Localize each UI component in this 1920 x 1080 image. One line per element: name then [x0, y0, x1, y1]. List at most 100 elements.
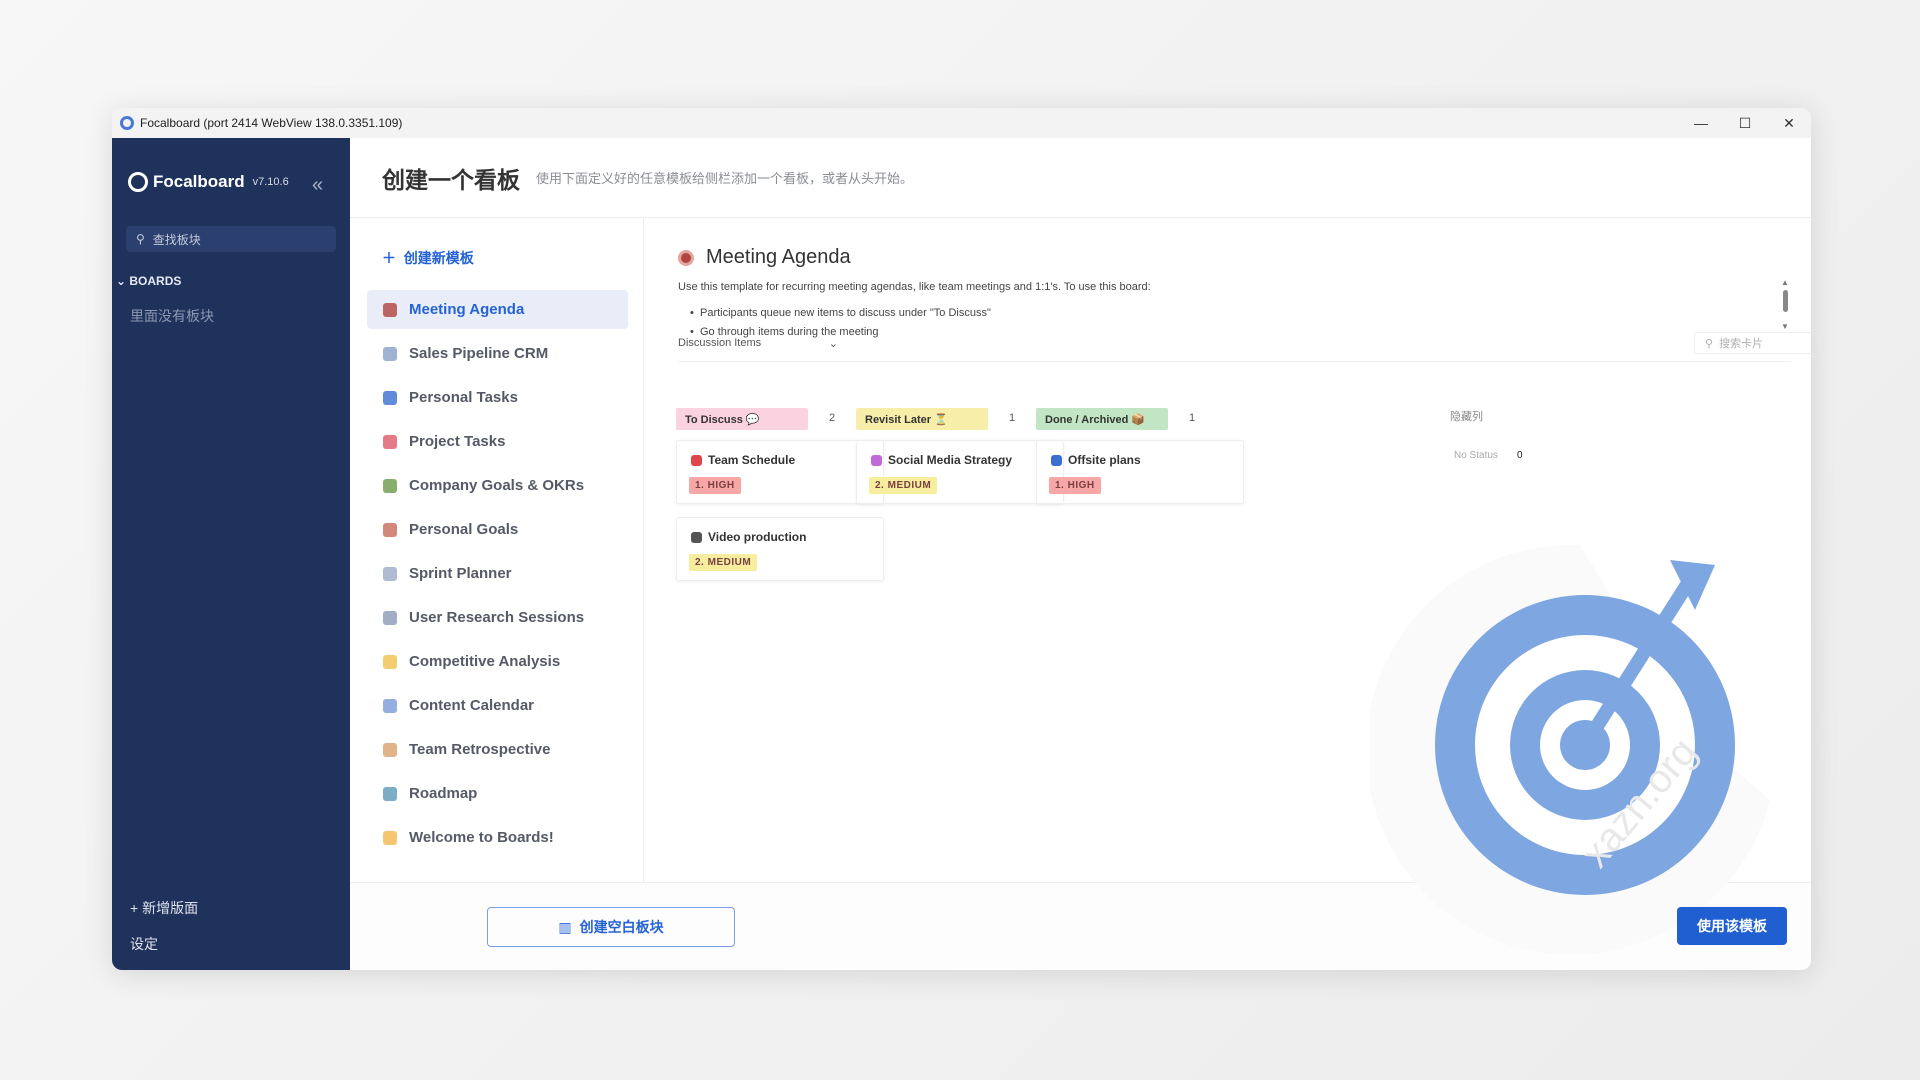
- template-item[interactable]: Sprint Planner: [367, 554, 628, 593]
- column-count: 1: [1189, 412, 1196, 424]
- view-name: Discussion Items: [678, 337, 762, 349]
- no-status-count: 0: [1517, 450, 1523, 461]
- board-card[interactable]: Social Media Strategy 2. MEDIUM: [856, 440, 1064, 504]
- template-item[interactable]: Personal Goals: [367, 510, 628, 549]
- template-item[interactable]: Competitive Analysis: [367, 642, 628, 681]
- card-title: Offsite plans: [1051, 453, 1141, 467]
- column-count: 2: [829, 412, 836, 424]
- version: v7.10.6: [252, 176, 289, 188]
- use-template-button[interactable]: 使用该模板: [1677, 907, 1787, 945]
- template-label: Meeting Agenda: [409, 301, 525, 318]
- card-icon: [871, 454, 882, 466]
- bullet-item: Participants queue new items to discuss …: [690, 307, 991, 319]
- create-blank-board-button[interactable]: ▥ 创建空白板块: [487, 907, 735, 947]
- bottom-bar: ▥ 创建空白板块 使用该模板: [350, 882, 1811, 970]
- boards-section-toggle[interactable]: ⌄ BOARDS: [116, 274, 181, 288]
- template-item[interactable]: Welcome to Boards!: [367, 818, 628, 857]
- template-icon: [383, 346, 397, 361]
- collapse-sidebar-icon[interactable]: «: [312, 174, 323, 197]
- template-item[interactable]: Content Calendar: [367, 686, 628, 725]
- card-icon: [691, 454, 702, 466]
- template-item[interactable]: Company Goals & OKRs: [367, 466, 628, 505]
- template-label: Team Retrospective: [409, 741, 551, 758]
- card-title-text: Team Schedule: [708, 453, 796, 467]
- template-label: Company Goals & OKRs: [409, 477, 585, 494]
- card-search-placeholder: 搜索卡片: [1719, 338, 1764, 350]
- settings-button[interactable]: 设定: [130, 934, 158, 954]
- template-icon: [383, 786, 397, 801]
- search-placeholder: 查找板块: [152, 232, 201, 247]
- board-card[interactable]: Team Schedule 1. HIGH: [676, 440, 884, 504]
- card-title: Social Media Strategy: [871, 453, 1012, 467]
- template-icon: [383, 698, 397, 713]
- template-preview: Meeting Agenda Use this template for rec…: [644, 218, 1811, 882]
- column-count: 1: [1009, 412, 1016, 424]
- column-header[interactable]: Revisit Later ⏳: [856, 408, 988, 430]
- template-icon: [383, 478, 397, 493]
- card-title: Video production: [691, 530, 806, 544]
- card-icon: [1051, 454, 1062, 466]
- board-card[interactable]: Video production 2. MEDIUM: [676, 517, 884, 581]
- title-bar: Focalboard (port 2414 WebView 138.0.3351…: [112, 108, 1811, 138]
- priority-badge: 2. MEDIUM: [869, 477, 938, 494]
- template-icon: [383, 302, 397, 317]
- template-icon: [383, 434, 397, 449]
- page-header: 创建一个看板 使用下面定义好的任意模板给侧栏添加一个看板，或者从头开始。: [350, 138, 1811, 218]
- create-template-label: 创建新模板: [403, 250, 474, 266]
- meeting-icon: [678, 249, 694, 266]
- create-template-button[interactable]: ＋ 创建新模板: [382, 248, 474, 268]
- template-item[interactable]: Meeting Agenda: [367, 290, 628, 329]
- column-header[interactable]: Done / Archived 📦: [1036, 408, 1168, 430]
- board-card[interactable]: Offsite plans 1. HIGH: [1036, 440, 1244, 504]
- add-board-button[interactable]: + 新增版面: [130, 898, 198, 918]
- no-status-label: No Status: [1454, 450, 1498, 461]
- template-label: Sales Pipeline CRM: [409, 345, 549, 362]
- plus-icon: ＋: [382, 250, 396, 266]
- template-icon: [383, 742, 397, 757]
- template-item[interactable]: Roadmap: [367, 774, 628, 813]
- app-icon: [120, 116, 134, 130]
- maximize-button[interactable]: ☐: [1723, 108, 1767, 138]
- search-icon: ⚲: [1705, 337, 1714, 350]
- description-scrollbar[interactable]: ▲ ▼: [1781, 278, 1789, 331]
- template-label: Personal Tasks: [409, 389, 518, 406]
- template-item[interactable]: Team Retrospective: [367, 730, 628, 769]
- board-icon: ▥: [558, 918, 572, 935]
- template-icon: [383, 390, 397, 405]
- template-icon: [383, 566, 397, 581]
- close-button[interactable]: ✕: [1767, 108, 1811, 138]
- card-title: Team Schedule: [691, 453, 795, 467]
- preview-description: Use this template for recurring meeting …: [678, 281, 1151, 293]
- card-search-input[interactable]: ⚲ 搜索卡片: [1694, 332, 1811, 354]
- app-window: Focalboard (port 2414 WebView 138.0.3351…: [112, 108, 1811, 970]
- preview-title: Meeting Agenda: [678, 246, 851, 269]
- window-title: Focalboard (port 2414 WebView 138.0.3351…: [140, 116, 403, 130]
- template-item[interactable]: Project Tasks: [367, 422, 628, 461]
- template-label: Welcome to Boards!: [409, 829, 554, 846]
- minimize-button[interactable]: —: [1679, 108, 1723, 138]
- hidden-columns-label: 隐藏列: [1450, 411, 1483, 423]
- card-title-text: Offsite plans: [1068, 453, 1141, 467]
- divider: [678, 361, 1791, 362]
- template-label: Project Tasks: [409, 433, 506, 450]
- boards-label: BOARDS: [129, 274, 182, 288]
- column-header[interactable]: To Discuss 💬: [676, 408, 808, 430]
- template-item[interactable]: Personal Tasks: [367, 378, 628, 417]
- page-subtitle: 使用下面定义好的任意模板给侧栏添加一个看板，或者从头开始。: [536, 171, 914, 186]
- priority-badge: 1. HIGH: [1049, 477, 1101, 494]
- search-icon: ⚲: [136, 232, 145, 246]
- chevron-down-icon: ⌄: [828, 338, 838, 350]
- brand-logo: Focalboard v7.10.6: [128, 172, 289, 192]
- priority-badge: 1. HIGH: [689, 477, 741, 494]
- brand-name: Focalboard: [153, 172, 245, 191]
- card-title-text: Video production: [708, 530, 807, 544]
- template-item[interactable]: User Research Sessions: [367, 598, 628, 637]
- template-item[interactable]: Sales Pipeline CRM: [367, 334, 628, 373]
- template-icon: [383, 610, 397, 625]
- template-icon: [383, 522, 397, 537]
- template-list: ＋ 创建新模板 Meeting Agenda Sales Pipeline CRM…: [350, 218, 644, 882]
- view-selector[interactable]: Discussion Items ⌄: [678, 337, 838, 350]
- empty-boards-text: 里面没有板块: [130, 308, 214, 324]
- board-search-input[interactable]: ⚲ 查找板块: [126, 226, 336, 252]
- create-blank-board-label: 创建空白板块: [579, 919, 664, 935]
